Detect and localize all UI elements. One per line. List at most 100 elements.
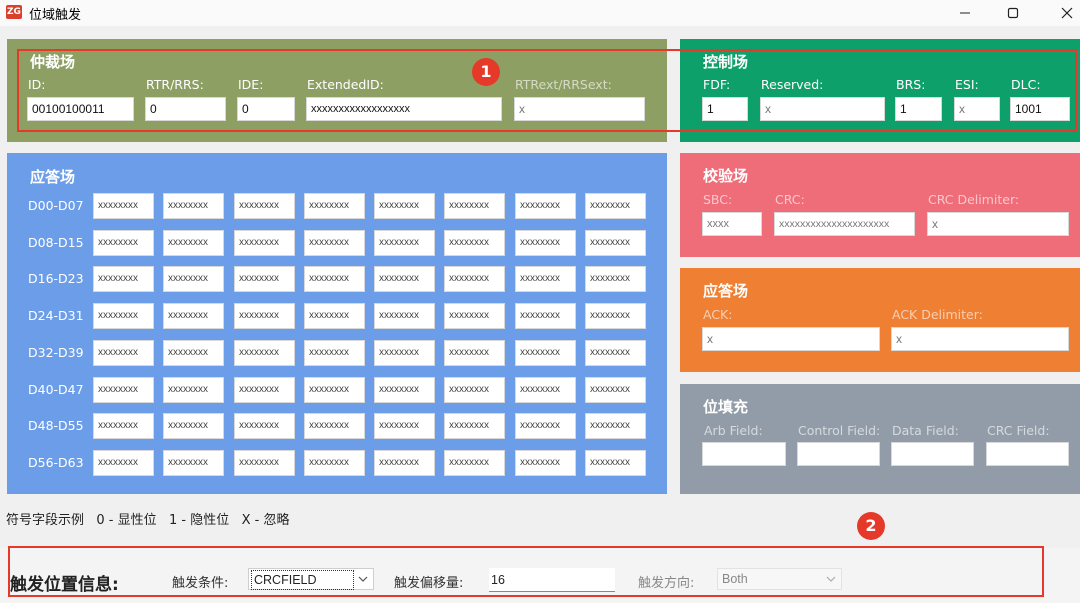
data-byte-input[interactable]: xxxxxxxx — [93, 449, 154, 476]
data-byte-input[interactable]: xxxxxxxx — [304, 376, 365, 403]
data-byte-input[interactable]: xxxxxxxx — [374, 339, 435, 366]
data-byte-input[interactable]: xxxxxxxx — [93, 376, 154, 403]
data-byte-input[interactable]: xxxxxxxx — [444, 193, 505, 219]
ack-delimiter-input[interactable]: x — [891, 327, 1069, 351]
data-byte-input[interactable]: xxxxxxxx — [163, 229, 224, 256]
data-byte-input[interactable]: xxxxxxxx — [234, 303, 295, 330]
bit-stuffing-panel: 位填充 Arb Field: Control Field: Data Field… — [680, 384, 1080, 494]
extended-id-input[interactable]: xxxxxxxxxxxxxxxxxx — [306, 97, 502, 121]
sbc-input[interactable]: xxxx — [702, 212, 762, 236]
data-byte-input[interactable]: xxxxxxxx — [515, 339, 576, 366]
data-field-panel: 应答场 D00-D07 xxxxxxxx xxxxxxxx xxxxxxxx xxxxx… — [7, 153, 667, 494]
data-byte-input[interactable]: xxxxxxxx — [304, 413, 365, 440]
rtr-rrs-input[interactable]: 0 — [145, 97, 226, 121]
data-byte-input[interactable]: xxxxxxxx — [93, 303, 154, 330]
data-byte-input[interactable]: xxxxxxxx — [585, 266, 646, 293]
data-byte-input[interactable]: xxxxxxxx — [444, 266, 505, 293]
data-byte-input[interactable]: xxxxxxxx — [93, 266, 154, 293]
data-byte-input[interactable]: xxxxxxxx — [444, 339, 505, 366]
data-byte-input[interactable]: xxxxxxxx — [515, 449, 576, 476]
data-byte-input[interactable]: xxxxxxxx — [304, 303, 365, 330]
data-byte-input[interactable]: xxxxxxxx — [444, 376, 505, 403]
data-byte-input[interactable]: xxxxxxxx — [234, 449, 295, 476]
arb-field-stuff-input[interactable] — [702, 442, 786, 466]
data-byte-input[interactable]: xxxxxxxx — [444, 229, 505, 256]
rtrext-rrsext-input[interactable]: x — [514, 97, 645, 121]
data-field-stuff-input[interactable] — [891, 442, 974, 466]
brs-label: BRS: — [896, 77, 926, 92]
data-byte-input[interactable]: xxxxxxxx — [304, 449, 365, 476]
data-byte-input[interactable]: xxxxxxxx — [515, 193, 576, 219]
trigger-offset-input[interactable]: 16 — [489, 568, 615, 592]
data-byte-input[interactable]: xxxxxxxx — [93, 229, 154, 256]
esi-input[interactable]: x — [954, 97, 1000, 121]
maximize-button[interactable] — [990, 0, 1036, 26]
data-byte-input[interactable]: xxxxxxxx — [585, 339, 646, 366]
data-byte-input[interactable]: xxxxxxxx — [93, 339, 154, 366]
data-byte-input[interactable]: xxxxxxxx — [234, 376, 295, 403]
data-byte-input[interactable]: xxxxxxxx — [515, 413, 576, 440]
data-byte-input[interactable]: xxxxxxxx — [234, 229, 295, 256]
data-byte-input[interactable]: xxxxxxxx — [585, 449, 646, 476]
minimize-button[interactable] — [942, 0, 988, 26]
data-byte-input[interactable]: xxxxxxxx — [515, 229, 576, 256]
data-byte-input[interactable]: xxxxxxxx — [585, 376, 646, 403]
data-byte-input[interactable]: xxxxxxxx — [444, 413, 505, 440]
annotation-badge-2: 2 — [857, 512, 885, 540]
close-button[interactable] — [1044, 0, 1080, 26]
data-byte-input[interactable]: xxxxxxxx — [304, 193, 365, 219]
data-byte-input[interactable]: xxxxxxxx — [93, 193, 154, 219]
data-byte-input[interactable]: xxxxxxxx — [304, 229, 365, 256]
crc-field-stuff-input[interactable] — [986, 442, 1069, 466]
crc-field-panel: 校验场 SBC: xxxx CRC: xxxxxxxxxxxxxxxxxxxxx… — [680, 153, 1080, 257]
data-byte-input[interactable]: xxxxxxxx — [374, 229, 435, 256]
data-byte-input[interactable]: xxxxxxxx — [515, 303, 576, 330]
data-byte-input[interactable]: xxxxxxxx — [163, 413, 224, 440]
data-byte-input[interactable]: xxxxxxxx — [163, 376, 224, 403]
trigger-condition-select[interactable]: CRCFIELD — [248, 568, 374, 590]
data-byte-input[interactable]: xxxxxxxx — [515, 376, 576, 403]
data-byte-input[interactable]: xxxxxxxx — [304, 339, 365, 366]
data-byte-input[interactable]: xxxxxxxx — [93, 413, 154, 440]
data-byte-input[interactable]: xxxxxxxx — [374, 376, 435, 403]
ack-input[interactable]: x — [702, 327, 880, 351]
fdf-input[interactable]: 1 — [702, 97, 748, 121]
dlc-input[interactable]: 1001 — [1010, 97, 1070, 121]
data-byte-input[interactable]: xxxxxxxx — [374, 413, 435, 440]
data-byte-input[interactable]: xxxxxxxx — [163, 339, 224, 366]
data-byte-input[interactable]: xxxxxxxx — [234, 413, 295, 440]
control-field-panel: 控制场 FDF: 1 Reserved: x BRS: 1 ESI: x DLC… — [680, 39, 1080, 142]
data-byte-input[interactable]: xxxxxxxx — [585, 193, 646, 219]
app-logo-icon: ZG — [6, 5, 22, 19]
data-byte-input[interactable]: xxxxxxxx — [234, 193, 295, 219]
data-byte-input[interactable]: xxxxxxxx — [515, 266, 576, 293]
id-input[interactable]: 00100100011 — [27, 97, 134, 121]
data-row-label: D40-D47 — [28, 381, 84, 397]
trigger-condition-value: CRCFIELD — [251, 570, 354, 590]
crc-delimiter-input[interactable]: x — [927, 212, 1069, 236]
crc-input[interactable]: xxxxxxxxxxxxxxxxxxxxx — [774, 212, 915, 236]
data-byte-input[interactable]: xxxxxxxx — [304, 266, 365, 293]
data-byte-input[interactable]: xxxxxxxx — [234, 339, 295, 366]
data-byte-input[interactable]: xxxxxxxx — [163, 266, 224, 293]
data-byte-input[interactable]: xxxxxxxx — [163, 449, 224, 476]
data-byte-input[interactable]: xxxxxxxx — [585, 303, 646, 330]
brs-input[interactable]: 1 — [895, 97, 942, 121]
data-byte-input[interactable]: xxxxxxxx — [374, 266, 435, 293]
data-byte-input[interactable]: xxxxxxxx — [163, 193, 224, 219]
data-byte-input[interactable]: xxxxxxxx — [585, 413, 646, 440]
data-byte-input[interactable]: xxxxxxxx — [374, 193, 435, 219]
reserved-label: Reserved: — [761, 77, 824, 92]
trigger-direction-select[interactable]: Both — [717, 568, 842, 590]
data-byte-input[interactable]: xxxxxxxx — [444, 449, 505, 476]
data-byte-input[interactable]: xxxxxxxx — [374, 449, 435, 476]
data-byte-input[interactable]: xxxxxxxx — [234, 266, 295, 293]
control-field-stuff-input[interactable] — [797, 442, 880, 466]
ide-input[interactable]: 0 — [237, 97, 295, 121]
data-byte-input[interactable]: xxxxxxxx — [374, 303, 435, 330]
data-field-stuff-label: Data Field: — [892, 423, 959, 438]
data-byte-input[interactable]: xxxxxxxx — [585, 229, 646, 256]
reserved-input[interactable]: x — [760, 97, 885, 121]
data-byte-input[interactable]: xxxxxxxx — [444, 303, 505, 330]
data-byte-input[interactable]: xxxxxxxx — [163, 303, 224, 330]
